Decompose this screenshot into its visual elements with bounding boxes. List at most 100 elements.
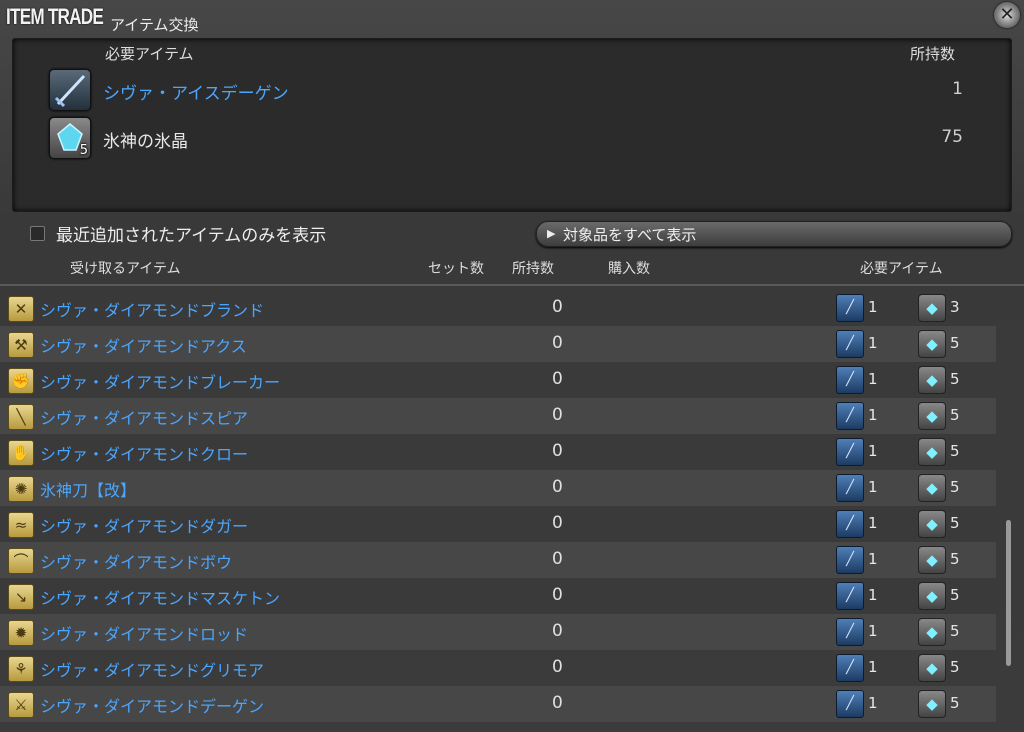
ice-crystal-icon: ◆ [918,618,946,646]
ice-sword-icon: ╱ [836,474,864,502]
item-trade-window: ITEM TRADE アイテム交換 ✕ 必要アイテム 所持数 シヴァ・アイスデー… [0,0,1024,732]
trade-item-owned: 0 [552,549,563,569]
required-item-owned: 1 [952,79,963,99]
weapon-class-icon: ≈ [8,512,34,538]
ice-crystal-icon: ◆ [918,654,946,682]
table-row[interactable]: ✺ 氷神刀【改】 0 ╱ 1 ◆ 5 [0,470,996,506]
required-item-name: シヴァ・アイスデーゲン [103,84,289,104]
close-button[interactable]: ✕ [994,2,1020,28]
required-crystal-qty: 5 [950,550,960,568]
trade-item-owned: 0 [552,477,563,497]
required-weapon-qty: 1 [868,658,878,676]
required-crystal-qty: 5 [950,694,960,712]
ice-crystal-icon: ◆ [918,402,946,430]
weapon-class-icon: ✺ [8,476,34,502]
trade-item-owned: 0 [552,693,563,713]
required-weapon-qty: 1 [868,478,878,496]
weapon-class-icon: ✹ [8,620,34,646]
ice-crystal-icon: ◆ [918,294,946,322]
ice-sword-icon [49,69,91,111]
required-item-owned: 75 [941,127,963,147]
scrollbar-thumb[interactable] [1006,520,1011,666]
ice-sword-icon: ╱ [836,438,864,466]
required-item-row[interactable]: シヴァ・アイスデーゲン 1 [13,67,1011,111]
table-row[interactable]: ✕ シヴァ・ダイアモンドブランド 0 ╱ 1 ◆ 3 [0,290,996,326]
trade-item-owned: 0 [552,297,563,317]
required-weapon-qty: 1 [868,370,878,388]
window-title: ITEM TRADE [6,4,104,29]
table-row[interactable]: ✹ シヴァ・ダイアモンドロッド 0 ╱ 1 ◆ 5 [0,614,996,650]
table-row[interactable]: ✋ シヴァ・ダイアモンドクロー 0 ╱ 1 ◆ 5 [0,434,996,470]
weapon-class-icon: ⌒ [8,548,34,574]
table-row[interactable]: ⌒ シヴァ・ダイアモンドボウ 0 ╱ 1 ◆ 5 [0,542,996,578]
required-item-name: 氷神の氷晶 [103,132,188,152]
table-row[interactable]: ╲ シヴァ・ダイアモンドスピア 0 ╱ 1 ◆ 5 [0,398,996,434]
ice-crystal-icon: ◆ [918,366,946,394]
weapon-class-icon: ✕ [8,296,34,322]
ice-sword-icon: ╱ [836,654,864,682]
ice-sword-icon: ╱ [836,402,864,430]
required-weapon-qty: 1 [868,586,878,604]
required-crystal-qty: 5 [950,586,960,604]
required-item-row[interactable]: 5 氷神の氷晶 75 [13,115,1011,159]
table-row[interactable]: ⚔ シヴァ・ダイアモンドデーゲン 0 ╱ 1 ◆ 5 [0,686,996,722]
column-header-required: 必要アイテム [860,261,943,277]
ice-crystal-icon: ◆ [918,438,946,466]
column-header-purchase: 購入数 [608,261,650,277]
trade-item-name: シヴァ・ダイアモンドロッド [40,625,249,644]
required-weapon-qty: 1 [868,694,878,712]
trade-item-owned: 0 [552,585,563,605]
ice-sword-icon: ╱ [836,366,864,394]
table-row[interactable]: ⚒ シヴァ・ダイアモンドアクス 0 ╱ 1 ◆ 5 [0,326,996,362]
trade-item-owned: 0 [552,657,563,677]
table-row[interactable]: ⚘ シヴァ・ダイアモンドグリモア 0 ╱ 1 ◆ 5 [0,650,996,686]
required-crystal-qty: 5 [950,622,960,640]
recent-only-checkbox[interactable] [30,226,45,241]
table-row[interactable]: ✊ シヴァ・ダイアモンドブレーカー 0 ╱ 1 ◆ 5 [0,362,996,398]
required-crystal-qty: 5 [950,442,960,460]
trade-item-owned: 0 [552,405,563,425]
required-crystal-qty: 5 [950,658,960,676]
trade-item-owned: 0 [552,369,563,389]
trade-item-name: シヴァ・ダイアモンドブランド [40,301,265,320]
weapon-class-icon: ✊ [8,368,34,394]
required-weapon-qty: 1 [868,298,878,316]
required-crystal-qty: 5 [950,478,960,496]
required-crystal-qty: 5 [950,406,960,424]
column-header-owned: 所持数 [512,261,554,277]
ice-sword-icon: ╱ [836,510,864,538]
recent-only-label[interactable]: 最近追加されたアイテムのみを表示 [56,221,326,246]
ice-crystal-icon: ◆ [918,330,946,358]
ice-sword-icon: ╱ [836,546,864,574]
required-weapon-qty: 1 [868,550,878,568]
required-weapon-qty: 1 [868,514,878,532]
show-all-label: 対象品をすべて表示 [563,226,697,244]
ice-sword-icon: ╱ [836,690,864,718]
column-header-sets: セット数 [428,261,484,277]
ice-sword-icon: ╱ [836,582,864,610]
required-items-panel: 必要アイテム 所持数 シヴァ・アイスデーゲン 1 5 氷神の氷晶 75 [12,38,1012,212]
required-weapon-qty: 1 [868,334,878,352]
required-crystal-qty: 3 [950,298,960,316]
table-row[interactable]: ≈ シヴァ・ダイアモンドダガー 0 ╱ 1 ◆ 5 [0,506,996,542]
weapon-class-icon: ╲ [8,404,34,430]
required-weapon-qty: 1 [868,622,878,640]
ice-sword-icon: ╱ [836,618,864,646]
required-crystal-qty: 5 [950,334,960,352]
column-header-receive: 受け取るアイテム [70,261,181,277]
trade-item-name: シヴァ・ダイアモンドアクス [40,337,247,356]
show-all-button[interactable]: ▶ 対象品をすべて表示 [536,221,1012,247]
trade-item-name: シヴァ・ダイアモンドダガー [40,517,249,536]
trade-item-owned: 0 [552,441,563,461]
trade-item-owned: 0 [552,333,563,353]
trade-item-owned: 0 [552,513,563,533]
required-crystal-qty: 5 [950,370,960,388]
owned-count-header: 所持数 [909,45,955,63]
trade-item-name: シヴァ・ダイアモンドマスケトン [40,589,281,608]
table-row[interactable]: ↘ シヴァ・ダイアモンドマスケトン 0 ╱ 1 ◆ 5 [0,578,996,614]
header-divider [0,284,1024,286]
close-icon: ✕ [999,4,1015,25]
titlebar: ITEM TRADE アイテム交換 ✕ [0,0,1024,36]
weapon-class-icon: ⚘ [8,656,34,682]
filter-row: 最近追加されたアイテムのみを表示 ▶ 対象品をすべて表示 [0,218,1024,248]
